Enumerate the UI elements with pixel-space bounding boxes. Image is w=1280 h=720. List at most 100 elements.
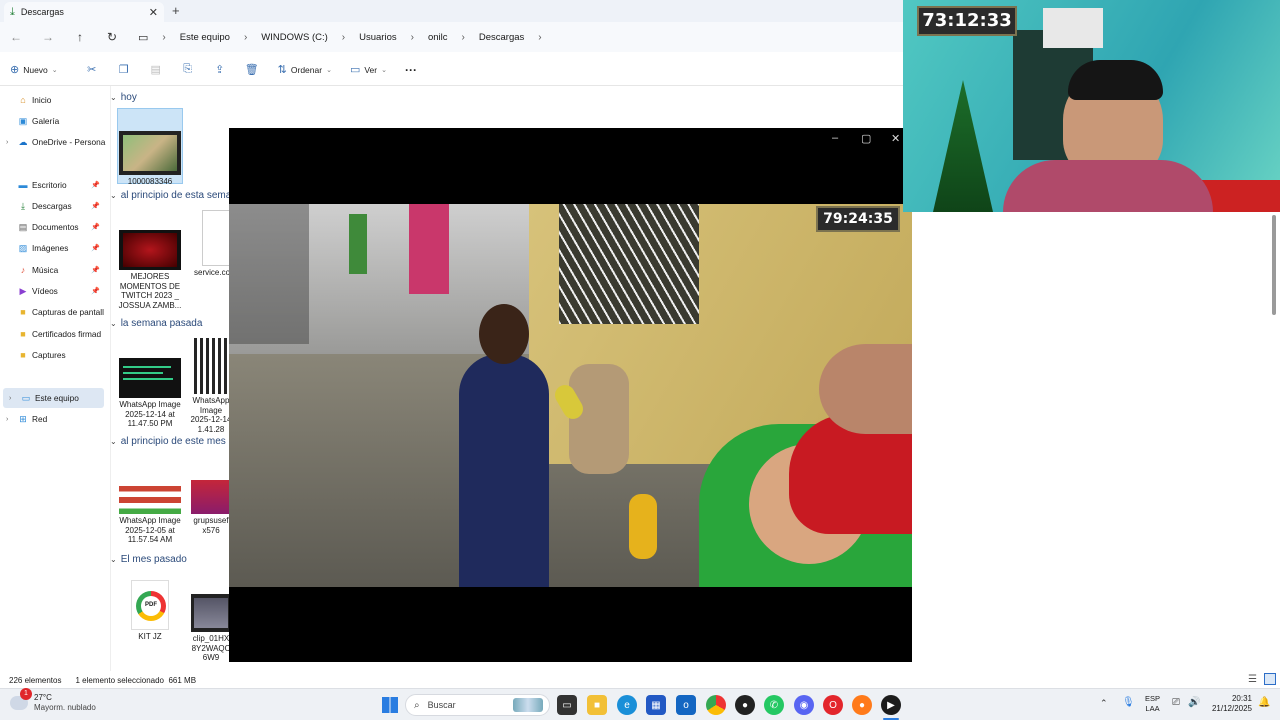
task-view-icon[interactable]: ▭	[557, 695, 577, 715]
sort-label: Ordenar	[290, 64, 323, 75]
chat-overlay	[229, 204, 309, 344]
outlook-icon[interactable]: o	[676, 695, 696, 715]
sidebar-item-label: Galería	[32, 116, 60, 126]
back-icon[interactable]: ←	[0, 30, 32, 44]
group-header-today[interactable]: ⌄ hoy	[110, 92, 137, 103]
forward-icon[interactable]: →	[32, 30, 64, 44]
breadcrumb-item[interactable]: Descargas	[479, 32, 524, 43]
scrollbar-thumb[interactable]	[1272, 215, 1276, 315]
rename-icon[interactable]: ⎘	[172, 63, 204, 76]
chevron-right-icon[interactable]: ›	[538, 32, 541, 43]
weather-widget[interactable]: 1 27°C Mayorm. nublado	[10, 688, 96, 713]
video-frame[interactable]: 79:24:35	[229, 204, 912, 587]
navigation-pane: ⌂ Inicio ▣ Galería › ☁ OneDrive - Persona ▬ E…	[0, 86, 110, 671]
breadcrumb-item[interactable]: Usuarios	[359, 32, 397, 43]
group-header-last-month[interactable]: ⌄ El mes pasado	[110, 554, 187, 565]
discord-icon[interactable]: ◉	[794, 695, 814, 715]
media-player-window[interactable]: – ▢ ✕ 79:24:35	[229, 128, 912, 662]
language-indicator[interactable]: ESP LAA	[1145, 694, 1160, 714]
delete-icon[interactable]: 🗑	[236, 63, 268, 76]
sidebar-item-capturas[interactable]: ■ Capturas de pantall	[0, 302, 108, 322]
sidebar-item-galeria[interactable]: ▣ Galería	[0, 111, 108, 131]
chevron-up-icon[interactable]: ⌃	[1100, 698, 1108, 709]
chevron-right-icon[interactable]: ›	[411, 32, 414, 43]
group-header-last-week[interactable]: ⌄ la semana pasada	[110, 318, 202, 329]
file-item[interactable]: WhatsApp Image 2025-12-05 at 11.57.54 AM	[117, 486, 183, 545]
chevron-right-icon[interactable]: ›	[162, 32, 165, 43]
new-button[interactable]: ⊕ Nuevo ⌄	[10, 63, 58, 76]
maximize-icon[interactable]: ▢	[861, 132, 871, 145]
sidebar-item-este-equipo[interactable]: › ▭ Este equipo	[3, 388, 104, 408]
breadcrumb-item[interactable]: WINDOWS (C:)	[261, 32, 328, 43]
file-item[interactable]: WhatsApp Image 2025-12-14 1.41.28	[190, 338, 232, 434]
chevron-right-icon[interactable]: ›	[342, 32, 345, 43]
volume-icon[interactable]: 🔊	[1188, 697, 1200, 708]
new-tab-button[interactable]: +	[172, 3, 180, 18]
file-explorer-icon[interactable]: ■	[587, 695, 607, 715]
microphone-icon[interactable]: 🎙	[1122, 697, 1135, 708]
refresh-icon[interactable]: ↻	[96, 30, 128, 44]
share-icon[interactable]: ⇪	[204, 63, 236, 76]
sidebar-item-inicio[interactable]: ⌂ Inicio	[0, 90, 108, 110]
whatsapp-icon[interactable]: ✆	[764, 695, 784, 715]
pin-icon: 📌	[91, 267, 100, 274]
search-box[interactable]: ⌕ Buscar	[405, 694, 550, 716]
file-item[interactable]: grupsusef x576	[190, 480, 232, 535]
cut-icon[interactable]: ✂	[76, 63, 108, 76]
chevron-right-icon[interactable]: ›	[6, 139, 16, 146]
file-name: service.co	[194, 268, 231, 277]
sidebar-item-certificados[interactable]: ■ Certificados firmad	[0, 324, 108, 344]
close-icon[interactable]: ✕	[891, 132, 900, 145]
chevron-right-icon[interactable]: ›	[9, 395, 19, 402]
monitor-icon[interactable]: ▭	[138, 31, 148, 44]
view-button[interactable]: ▭ Ver ⌄	[350, 63, 387, 76]
group-label: El mes pasado	[120, 554, 187, 565]
chevron-right-icon[interactable]: ›	[244, 32, 247, 43]
sidebar-item-descargas[interactable]: ⤓ Descargas 📌	[0, 196, 108, 216]
file-item[interactable]: clip_01HX 8Y2WAQC 6W9	[190, 594, 232, 663]
sort-button[interactable]: ⇅ Ordenar ⌄	[278, 63, 332, 76]
breadcrumb-item[interactable]: onilc	[428, 32, 448, 43]
media-player-icon[interactable]: ▶	[881, 695, 901, 715]
new-label: Nuevo	[23, 64, 48, 75]
paste-icon[interactable]: ▤	[140, 63, 172, 76]
sidebar-item-red[interactable]: › ⊞ Red	[0, 409, 108, 429]
sidebar-item-videos[interactable]: ▶ Vídeos 📌	[0, 281, 108, 301]
obs-icon[interactable]: ●	[735, 695, 755, 715]
chrome-icon[interactable]	[706, 695, 726, 715]
store-icon[interactable]: ▦	[646, 695, 666, 715]
edge-icon[interactable]: e	[617, 695, 637, 715]
firefox-icon[interactable]: ●	[852, 695, 872, 715]
tab-descargas[interactable]: ⤓ Descargas ✕	[4, 2, 164, 22]
group-header-start-month[interactable]: ⌄ al principio de este mes	[110, 436, 226, 447]
sidebar-item-captures[interactable]: ■ Captures	[0, 345, 108, 365]
chevron-right-icon[interactable]: ›	[6, 416, 16, 423]
clock[interactable]: 20:31 21/12/2025	[1206, 694, 1252, 714]
sidebar-item-musica[interactable]: ♪ Música 📌	[0, 260, 108, 280]
file-item[interactable]: service.co	[192, 210, 236, 278]
start-button[interactable]	[380, 695, 400, 715]
webcam-timer: 73:12:33	[917, 6, 1017, 36]
sidebar-item-escritorio[interactable]: ▬ Escritorio 📌	[0, 175, 108, 195]
more-options-button[interactable]: ···	[405, 63, 417, 77]
minimize-icon[interactable]: –	[832, 132, 838, 144]
webcam-overlay: 73:12:33	[903, 0, 1280, 212]
close-tab-icon[interactable]: ✕	[149, 6, 158, 19]
sidebar-item-documentos[interactable]: ▤ Documentos 📌	[0, 217, 108, 237]
copy-icon[interactable]: ❐	[108, 63, 140, 76]
notification-icon[interactable]: 🔔	[1258, 697, 1270, 708]
opera-icon[interactable]: O	[823, 695, 843, 715]
file-item[interactable]: 1000083346	[117, 108, 183, 186]
sidebar-item-imagenes[interactable]: ▨ Imágenes 📌	[0, 238, 108, 258]
breadcrumb-item[interactable]: Este equipo	[180, 32, 230, 43]
chevron-right-icon[interactable]: ›	[462, 32, 465, 43]
file-name: 1000083346	[127, 177, 173, 186]
file-item[interactable]: PDF KIT JZ	[117, 580, 183, 642]
file-item[interactable]: MEJORES MOMENTOS DE TWITCH 2023 _ JOSSUA…	[117, 230, 183, 310]
lang-secondary: LAA	[1145, 704, 1160, 713]
file-item[interactable]: WhatsApp Image 2025-12-14 at 11.47.50 PM	[117, 358, 183, 429]
sidebar-item-onedrive[interactable]: › ☁ OneDrive - Persona	[0, 132, 108, 152]
network-icon[interactable]: ⎚	[1172, 697, 1180, 708]
up-icon[interactable]: ↑	[64, 30, 96, 44]
group-header-start-week[interactable]: ⌄ al principio de esta sema	[110, 190, 231, 201]
